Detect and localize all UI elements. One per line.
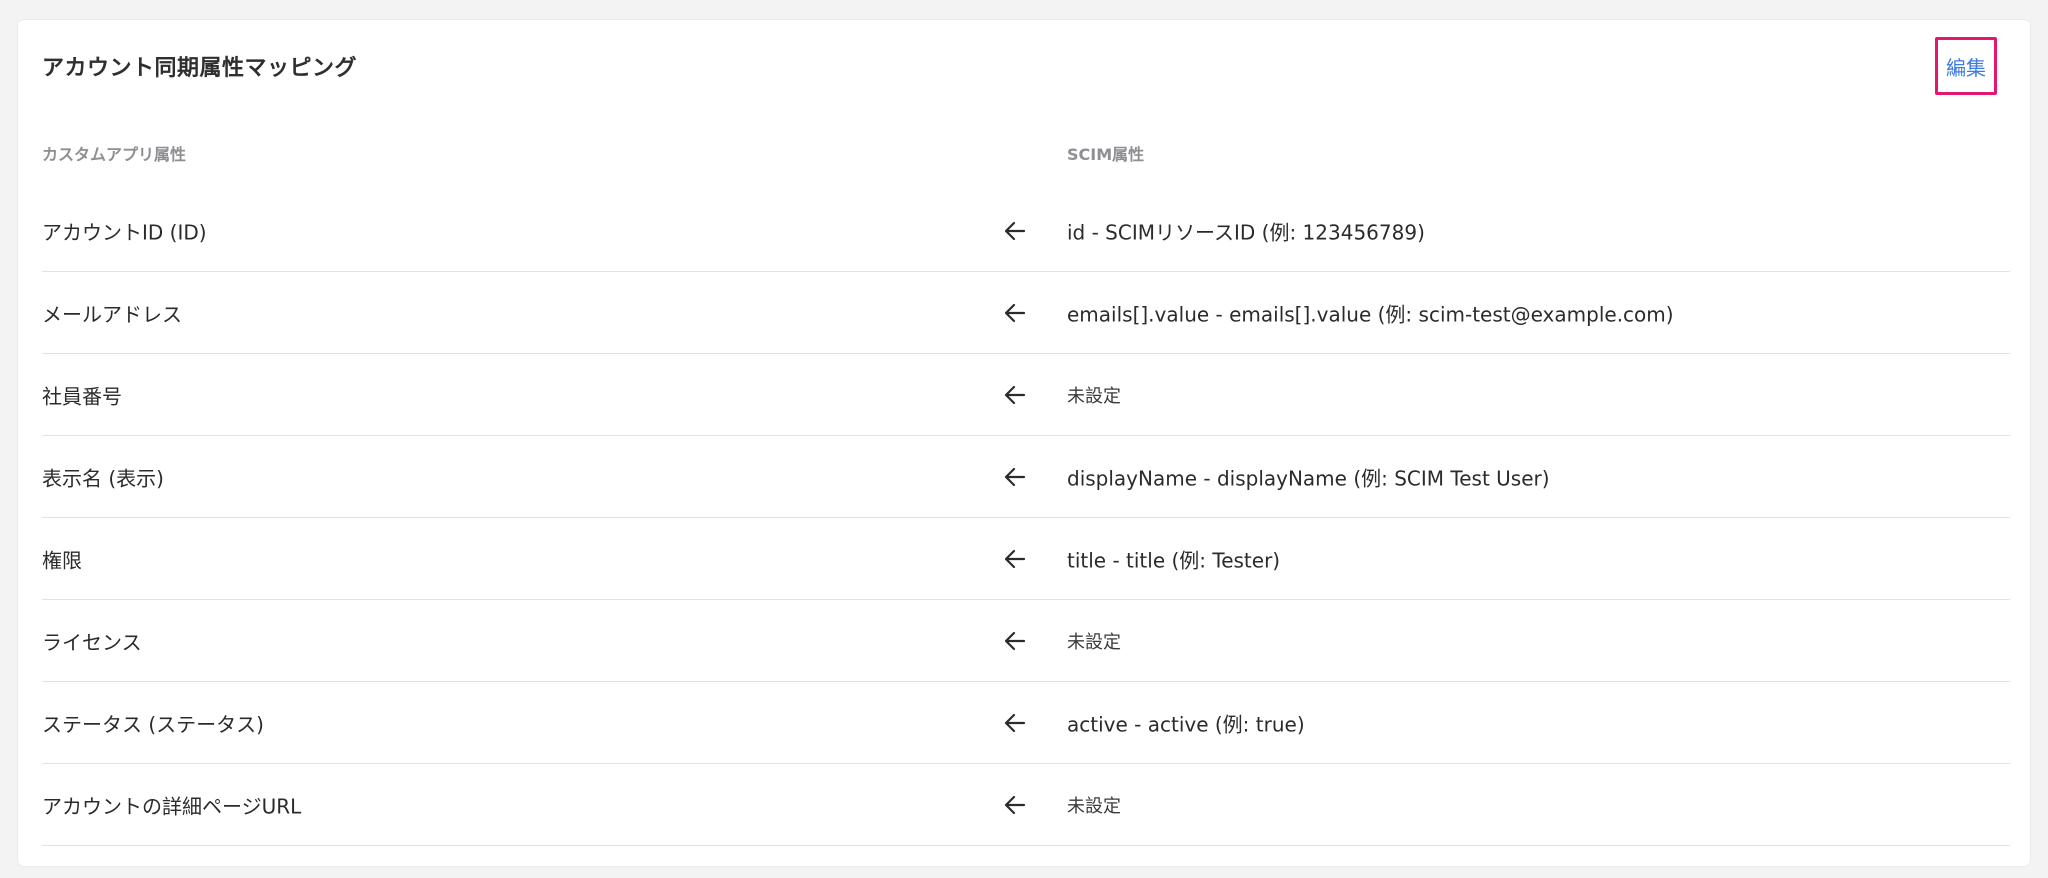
scim-attribute-value: 未設定 [1067,631,1121,653]
attribute-mapping-card: アカウント同期属性マッピング 編集 カスタムアプリ属性 SCIM属性 アカウント… [18,20,2030,866]
arrow-left-icon [1002,712,1028,734]
mapping-row: 表示名 (表示) displayName - displayName (例: S… [42,436,2010,518]
column-header-app-attribute: カスタムアプリ属性 [42,145,187,164]
arrow-left-icon [1002,630,1028,652]
mapping-row: アカウントID (ID) id - SCIMリソースID (例: 1234567… [42,190,2010,272]
arrow-left-icon [1002,794,1028,816]
app-attribute-label: ステータス (ステータス) [42,712,264,736]
scim-attribute-value: 未設定 [1067,795,1121,817]
arrow-left-icon [1002,384,1028,406]
mapping-row: 権限 title - title (例: Tester) [42,518,2010,600]
mapping-list: アカウントID (ID) id - SCIMリソースID (例: 1234567… [42,190,2010,846]
arrow-left-icon [1002,220,1028,242]
arrow-left-icon [1002,302,1028,324]
mapping-row: アカウントの詳細ページURL 未設定 [42,764,2010,846]
scim-attribute-value: title - title (例: Tester) [1067,548,1281,572]
mapping-row: メールアドレス emails[].value - emails[].value … [42,272,2010,354]
app-attribute-label: 表示名 (表示) [42,466,164,490]
app-attribute-label: アカウントID (ID) [42,220,207,244]
scim-attribute-value: active - active (例: true) [1067,712,1305,736]
app-attribute-label: 権限 [42,548,82,572]
scim-attribute-value: displayName - displayName (例: SCIM Test … [1067,466,1550,490]
edit-button[interactable]: 編集 [1935,37,1997,95]
scim-attribute-value: id - SCIMリソースID (例: 123456789) [1067,220,1425,244]
column-header-scim-attribute: SCIM属性 [1067,145,1145,164]
app-attribute-label: 社員番号 [42,384,122,408]
arrow-left-icon [1002,466,1028,488]
mapping-row: ステータス (ステータス) active - active (例: true) [42,682,2010,764]
mapping-row: 社員番号 未設定 [42,354,2010,436]
card-title: アカウント同期属性マッピング [42,56,358,81]
app-attribute-label: メールアドレス [42,302,182,326]
scim-attribute-value: 未設定 [1067,385,1121,407]
mapping-row: ライセンス 未設定 [42,600,2010,682]
app-attribute-label: ライセンス [42,630,142,654]
app-attribute-label: アカウントの詳細ページURL [42,794,302,818]
arrow-left-icon [1002,548,1028,570]
scim-attribute-value: emails[].value - emails[].value (例: scim… [1067,302,1674,326]
